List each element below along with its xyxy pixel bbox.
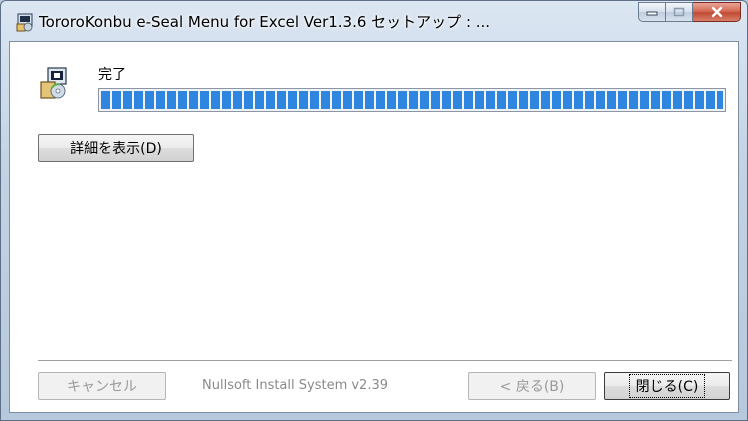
minimize-button[interactable] xyxy=(638,2,666,22)
close-window-button[interactable] xyxy=(693,2,741,22)
progress-fill xyxy=(101,91,723,109)
back-button[interactable]: < 戻る(B) xyxy=(468,372,596,400)
close-button[interactable]: 閉じる(C) xyxy=(604,372,730,400)
setup-package-icon xyxy=(38,66,72,100)
installer-icon xyxy=(15,12,35,32)
cancel-button[interactable]: キャンセル xyxy=(38,372,166,400)
progress-bar xyxy=(98,88,726,112)
branding-text: Nullsoft Install System v2.39 xyxy=(202,378,389,393)
maximize-icon xyxy=(673,7,685,17)
close-button-label: 閉じる(C) xyxy=(628,374,706,398)
installer-window: TororoKonbu e-Seal Menu for Excel Ver1.3… xyxy=(0,0,748,421)
close-icon xyxy=(711,6,722,18)
maximize-button[interactable] xyxy=(666,2,693,22)
status-text: 完了 xyxy=(98,67,126,83)
installer-body: 完了 詳細を表示(D) キャンセル Nullsoft Install Syste… xyxy=(9,41,739,413)
show-details-button[interactable]: 詳細を表示(D) xyxy=(38,134,194,162)
minimize-icon xyxy=(646,11,658,16)
title-bar[interactable]: TororoKonbu e-Seal Menu for Excel Ver1.3… xyxy=(1,1,747,41)
footer-divider xyxy=(38,360,732,362)
window-title: TororoKonbu e-Seal Menu for Excel Ver1.3… xyxy=(39,13,491,31)
